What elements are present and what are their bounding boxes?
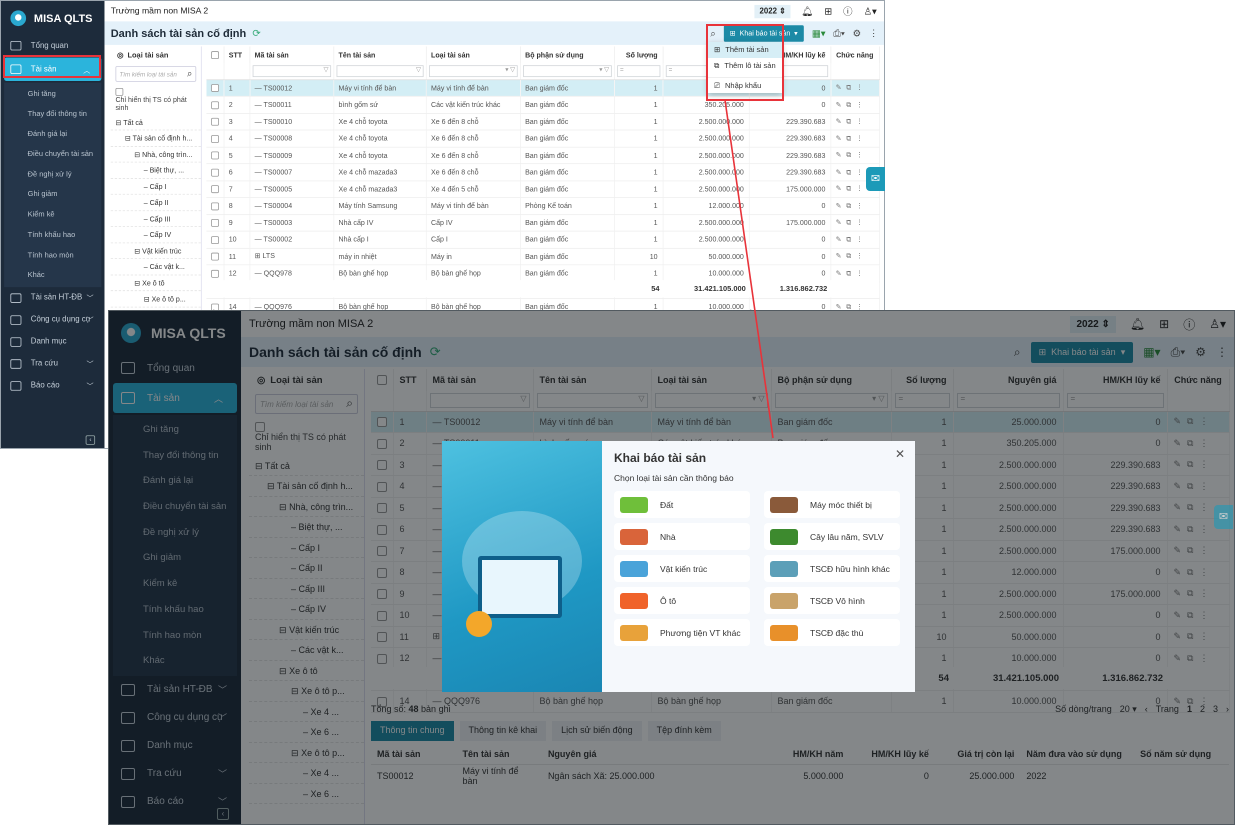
annotation-arrow: [724, 99, 774, 439]
